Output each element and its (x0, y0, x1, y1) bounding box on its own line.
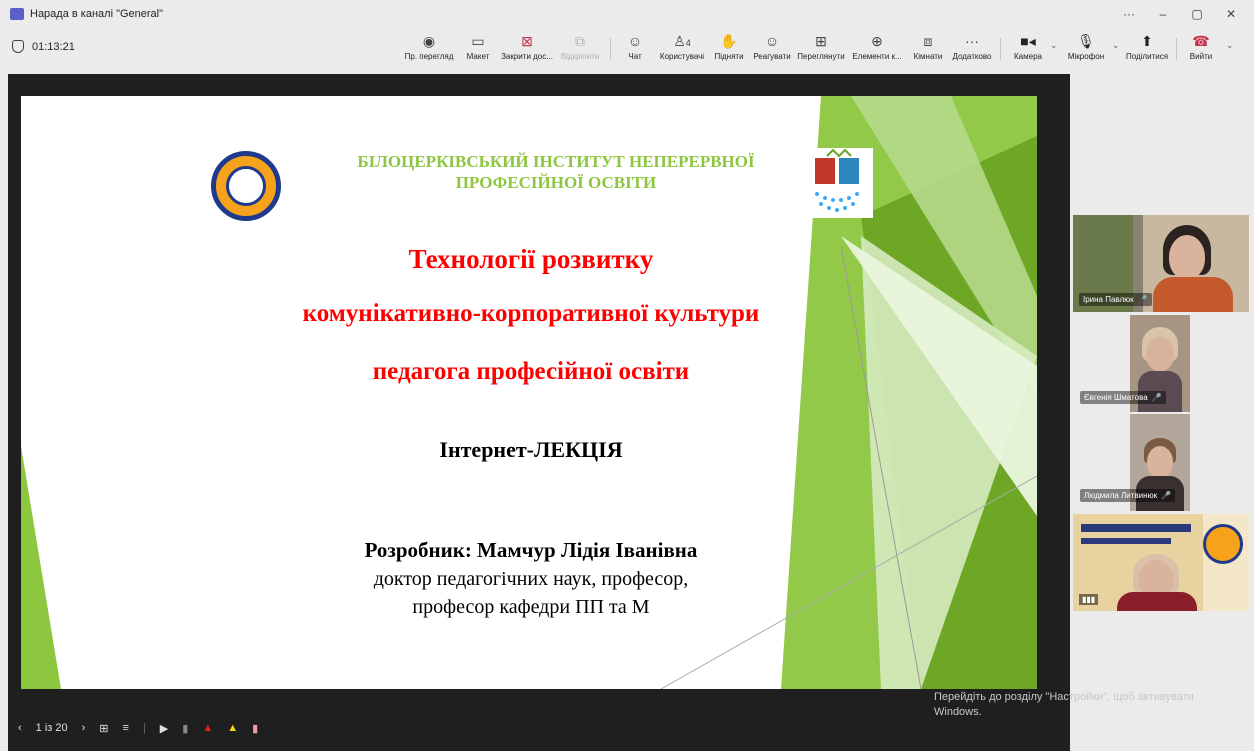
layout-icon: ▭ (471, 33, 485, 49)
slide-title-line-3: педагога професійної освіти (372, 358, 690, 385)
red-pen-icon[interactable]: ▲ (202, 722, 213, 734)
participant-name-label: Людмила Литвинюк 🎤 (1080, 488, 1190, 504)
grid-view-icon[interactable]: ⊞ (99, 722, 108, 735)
mic-off-icon: 🎤 (1161, 491, 1172, 500)
camera-button[interactable]: ■◂ Камера (1010, 32, 1046, 66)
slide-degree: доктор педагогічних наук, професор, (373, 568, 689, 590)
more-icon: ··· (965, 33, 979, 49)
view-button[interactable]: ⊞ Переглянути (795, 32, 847, 66)
marker-icon[interactable]: ▮ (252, 722, 258, 735)
mic-off-icon: 🎤 (1137, 295, 1148, 304)
chat-button[interactable]: ☺ Чат (622, 32, 648, 66)
apps-button[interactable]: ⊕ Елементи к... (851, 32, 903, 66)
participant-name-label: Євгенія Шматова 🎤 (1080, 390, 1176, 406)
rooms-icon: ⧈ (923, 33, 933, 49)
preview-button[interactable]: ◉ Пр. перегляд (403, 32, 455, 66)
people-count: 4 (685, 38, 691, 48)
apps-icon: ⊕ (871, 33, 883, 49)
teams-icon (10, 8, 24, 20)
unpin-icon: ⧉ (575, 33, 585, 49)
highlighter-icon[interactable]: ▲ (227, 722, 238, 734)
more-options-icon[interactable]: ··· (1112, 7, 1146, 21)
minimize-button[interactable]: – (1146, 7, 1180, 21)
unpin-button[interactable]: ⧉ Відкріпити (558, 32, 602, 66)
leave-button[interactable]: ☎ Вийти (1186, 32, 1216, 66)
share-icon: ⬆ (1141, 33, 1153, 49)
institute-name: БІЛОЦЕРКІВСЬКИЙ ІНСТИТУТ НЕПЕРЕРВНОЇ ПРО… (357, 152, 755, 192)
people-button[interactable]: ♙4 Користувачі (656, 32, 708, 66)
slide-author: Розробник: Мамчур Лідія Іванівна (364, 538, 698, 562)
mic-off-icon: 🎤 (1151, 393, 1162, 402)
slide-subtitle: Інтернет-ЛЕКЦІЯ (439, 437, 623, 462)
view-icon: ⊞ (815, 33, 827, 49)
prev-slide-icon[interactable]: ‹ (18, 722, 22, 734)
hand-icon: ✋ (720, 33, 738, 49)
toolbar-divider (1176, 38, 1177, 60)
meeting-toolbar: 01:13:21 ◉ Пр. перегляд ▭ Макет ⊠ Закрит… (0, 28, 1254, 70)
slide-position: професор кафедри ПП та М (412, 596, 650, 618)
stop-share-icon: ⊠ (521, 33, 533, 49)
eye-icon: ◉ (422, 33, 436, 49)
meeting-timer: 01:13:21 (12, 40, 75, 53)
people-icon: ♙4 (673, 33, 691, 49)
window-title: Нарада в каналі "General" (30, 8, 164, 20)
controls-divider: | (142, 722, 146, 734)
mic-icon: 🎙 (1077, 33, 1095, 49)
eraser-tool-icon[interactable]: ▮ (182, 722, 188, 735)
layout-button[interactable]: ▭ Макет (461, 32, 495, 66)
shield-icon (12, 40, 24, 53)
slide-title-line-2: комунікативно-корпоративної культури (302, 300, 760, 327)
maximize-button[interactable]: ▢ (1180, 7, 1214, 21)
camera-icon: ■◂ (1020, 33, 1036, 49)
leave-icon: ☎ (1192, 33, 1210, 49)
mic-options-chevron-icon[interactable]: ⌄ (1112, 40, 1120, 51)
toolbar-divider (1000, 38, 1001, 60)
raise-hand-button[interactable]: ✋ Підняти (712, 32, 746, 66)
camera-options-chevron-icon[interactable]: ⌄ (1050, 40, 1058, 51)
signal-bars-icon: ▮▮▮ (1079, 594, 1099, 605)
next-slide-icon[interactable]: › (82, 722, 86, 734)
settings-sliders-icon[interactable]: ≡ (123, 722, 129, 734)
presentation-slide: БІЛОЦЕРКІВСЬКИЙ ІНСТИТУТ НЕПЕРЕРВНОЇ ПРО… (21, 96, 1037, 689)
smile-icon: ☺ (764, 33, 780, 49)
timer-text: 01:13:21 (32, 40, 75, 53)
windows-activation-watermark: Перейдіть до розділу "Настройки", щоб ак… (934, 691, 1194, 718)
toolbar-divider (610, 38, 611, 60)
slide-title-line-1: Технології розвитку (408, 244, 654, 274)
chat-icon: ☺ (627, 33, 643, 49)
react-button[interactable]: ☺ Реагувати (750, 32, 794, 66)
title-bar: Нарада в каналі "General" ··· – ▢ ✕ (0, 0, 1254, 28)
pointer-tool-icon[interactable]: ▶ (160, 722, 168, 735)
share-button[interactable]: ⬆ Поділитися (1124, 32, 1170, 66)
institute-logo (211, 151, 281, 221)
mic-button[interactable]: 🎙 Мікрофон (1064, 32, 1108, 66)
more-button[interactable]: ··· Додатково (950, 32, 994, 66)
participant-name: Ірина Павлюк 🎤 (1079, 293, 1152, 306)
window-controls: ··· – ▢ ✕ (1112, 0, 1248, 28)
leave-options-chevron-icon[interactable]: ⌄ (1226, 40, 1234, 51)
participant-tile[interactable]: ▮▮▮ (1073, 514, 1249, 611)
stop-sharing-button[interactable]: ⊠ Закрити дос... (499, 32, 555, 66)
participant-tile[interactable]: Ірина Павлюк 🎤 (1073, 215, 1249, 312)
close-button[interactable]: ✕ (1214, 7, 1248, 21)
slide-controls: ‹ 1 із 20 › ⊞ ≡ | ▶ ▮ ▲ ▲ ▮ (18, 718, 272, 738)
slide-counter: 1 із 20 (35, 722, 68, 734)
shared-content-stage: БІЛОЦЕРКІВСЬКИЙ ІНСТИТУТ НЕПЕРЕРВНОЇ ПРО… (8, 74, 1070, 751)
education-logo (803, 148, 873, 218)
rooms-button[interactable]: ⧈ Кімнати (910, 32, 946, 66)
